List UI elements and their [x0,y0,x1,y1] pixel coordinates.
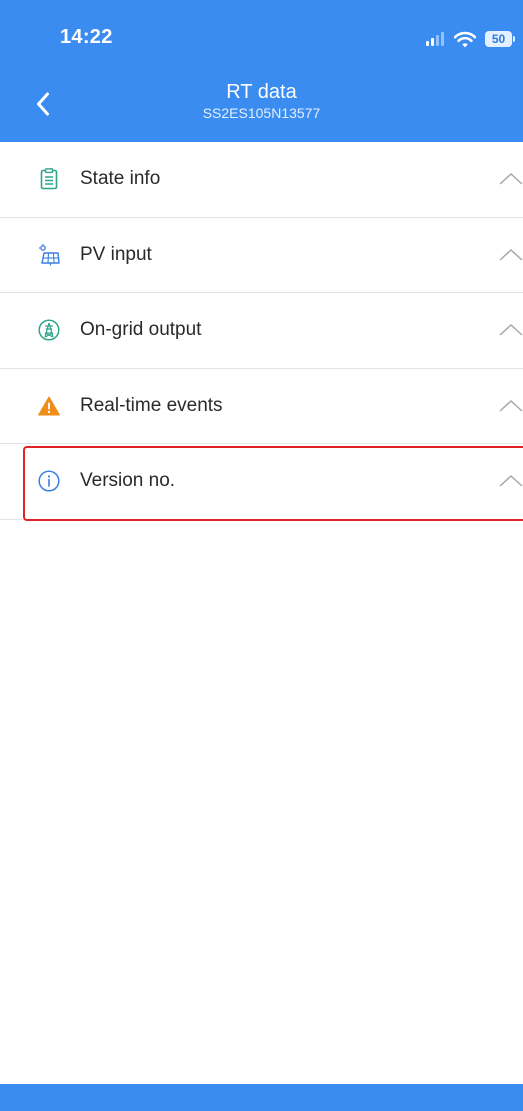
chevron-up-icon [499,475,523,487]
battery-icon: 50 [485,31,515,47]
bottom-action-bar[interactable] [0,1084,523,1111]
section-label: Version no. [80,470,176,492]
section-pv-input[interactable]: PV input [0,218,523,293]
section-list: State info PV input On-grid output Real-… [0,142,523,520]
section-on-grid-output[interactable]: On-grid output [0,293,523,369]
chevron-up-icon [499,173,523,185]
section-real-time-events[interactable]: Real-time events [0,369,523,444]
warning-icon [38,395,60,417]
page-title: RT data [226,81,297,103]
device-serial: SS2ES105N13577 [202,105,321,121]
section-version-no[interactable]: Version no. [0,444,523,520]
clipboard-icon [38,168,60,190]
transmission-tower-icon [38,319,60,341]
nav-title-block: RT data SS2ES105N13577 [0,80,523,122]
section-label: State info [80,168,161,190]
section-label: On-grid output [80,319,202,341]
solar-panel-icon [38,243,60,266]
section-label: PV input [80,243,152,265]
status-time: 14:22 [60,26,113,48]
chevron-up-icon [499,248,523,261]
cellular-signal-icon [426,32,444,46]
status-indicators: 50 [426,29,515,49]
wifi-icon [454,31,476,47]
chevron-up-icon [499,399,523,412]
chevron-up-icon [499,324,523,336]
info-icon [38,470,60,492]
battery-level: 50 [485,31,512,47]
header: 14:22 50 RT data SS2ES105N13577 [0,0,523,142]
rt-data-screen: 14:22 50 RT data SS2ES105N13577 State in… [0,0,523,1111]
section-label: Real-time events [80,394,223,416]
section-state-info[interactable]: State info [0,142,523,218]
